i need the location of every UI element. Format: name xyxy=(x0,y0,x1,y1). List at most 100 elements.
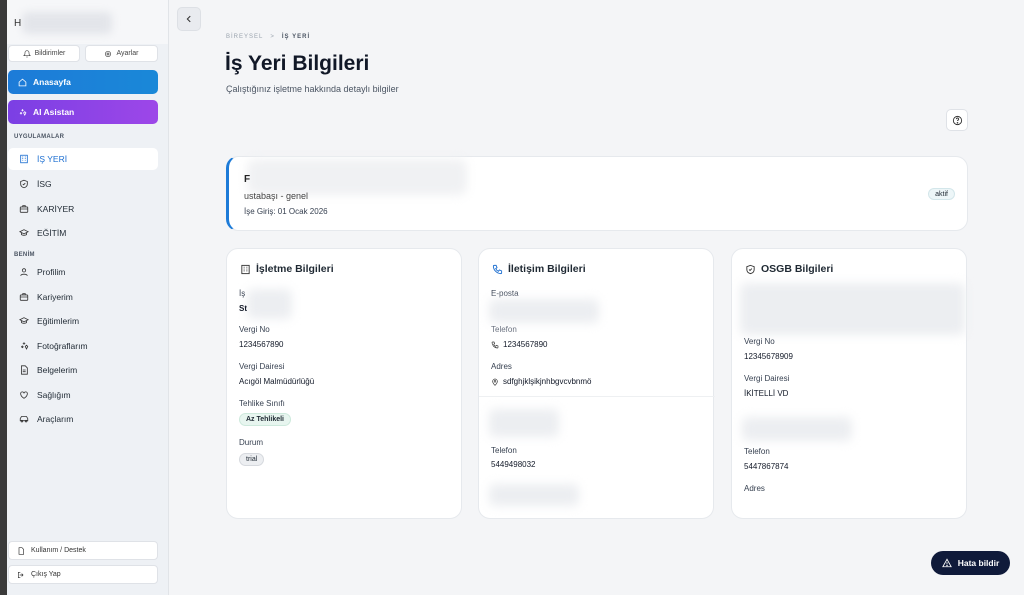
heart-icon xyxy=(20,391,28,399)
sidebar-item-label: İSG xyxy=(37,179,52,189)
sidebar-item-fotograflarim[interactable]: Fotoğraflarım xyxy=(8,335,158,357)
tax-office-label: Vergi Dairesi xyxy=(239,362,285,371)
sidebar-item-label: İŞ YERİ xyxy=(37,154,68,164)
apps-section-label: UYGULAMALAR xyxy=(14,134,65,140)
sidebar-header: H xyxy=(7,0,168,44)
business-status-badge: trial xyxy=(239,453,265,466)
phone2-label: Telefon xyxy=(491,446,517,455)
employee-position: ustabaşı - genel xyxy=(244,191,309,201)
osgb-card-title: OSGB Bilgileri xyxy=(745,263,833,275)
osgb-tax-office-value: İKİTELLİ VD xyxy=(744,389,789,398)
phone-icon xyxy=(492,264,503,274)
home-icon xyxy=(18,78,27,86)
sidebar-item-kariyerim[interactable]: Kariyerim xyxy=(8,286,158,308)
osgb-tax-no-label: Vergi No xyxy=(744,337,775,346)
sidebar-item-is-yeri[interactable]: İŞ YERİ xyxy=(8,148,158,170)
email-redacted xyxy=(489,299,599,323)
briefcase-icon xyxy=(19,205,29,213)
breadcrumb: BİREYSEL > İŞ YERİ xyxy=(226,34,310,40)
graduation-cap-icon xyxy=(19,229,29,236)
address-value: sdfghjklşikjnhbgvcvbnmö xyxy=(491,377,592,386)
settings-button[interactable]: Ayarlar xyxy=(85,45,158,62)
shield-icon xyxy=(746,264,755,274)
sidebar-item-isg[interactable]: İSG xyxy=(8,173,158,195)
user-icon xyxy=(20,268,28,276)
breadcrumb-separator: > xyxy=(270,34,275,40)
window-edge xyxy=(0,0,7,595)
sidebar-item-kariyer[interactable]: KARİYER xyxy=(8,198,158,220)
contact-card-title-text: İletişim Bilgileri xyxy=(508,263,586,275)
warning-icon xyxy=(941,558,952,568)
sidebar-item-label: Araçlarım xyxy=(37,414,74,424)
notifications-label: Bildirimler xyxy=(34,50,66,57)
sidebar-item-belgelerim[interactable]: Belgelerim xyxy=(8,359,158,381)
map-pin-icon xyxy=(492,378,498,386)
address-text: sdfghjklşikjnhbgvcvbnmö xyxy=(503,377,592,386)
osgb-phone-value: 5447867874 xyxy=(744,462,789,471)
hazard-class-label: Tehlike Sınıfı xyxy=(239,399,285,408)
sparkles-icon xyxy=(19,108,27,116)
help-button[interactable] xyxy=(946,109,968,131)
tax-no-label: Vergi No xyxy=(239,325,270,334)
tax-no-value: 1234567890 xyxy=(239,340,284,349)
business-name-label: İş xyxy=(239,289,246,298)
sidebar-item-sagligim[interactable]: Sağlığım xyxy=(8,384,158,406)
contact-info-card: İletişim Bilgileri E-posta Telefon 12345… xyxy=(478,248,715,519)
business-name-redacted xyxy=(247,289,292,319)
notifications-button[interactable]: Bildirimler xyxy=(8,45,80,62)
status-badge: aktif xyxy=(928,188,955,200)
help-circle-icon xyxy=(952,115,962,125)
hazard-class-badge: Az Tehlikeli xyxy=(239,413,291,426)
logout-icon xyxy=(18,571,24,578)
phone-icon xyxy=(491,341,499,348)
phone2-value: 5449498032 xyxy=(491,460,536,469)
logout-button[interactable]: Çıkış Yap xyxy=(8,565,158,584)
divider xyxy=(479,396,715,397)
osgb-card-title-text: OSGB Bilgileri xyxy=(761,263,834,275)
breadcrumb-parent[interactable]: BİREYSEL xyxy=(226,34,263,40)
gear-icon xyxy=(105,50,112,57)
graduation-cap-icon xyxy=(19,317,29,324)
business-name-value: St xyxy=(239,304,247,313)
employee-initial: F xyxy=(244,174,251,185)
business-card-title-text: İşletme Bilgileri xyxy=(256,263,334,275)
sidebar-item-araclarim[interactable]: Araçlarım xyxy=(8,408,158,430)
document-icon xyxy=(21,365,28,375)
employee-start-date: İşe Giriş: 01 Ocak 2026 xyxy=(244,207,328,216)
nav-home-label: Anasayfa xyxy=(33,77,71,87)
osgb-info-card: OSGB Bilgileri Vergi No 12345678909 Verg… xyxy=(731,248,967,519)
contact-person-redacted xyxy=(489,409,559,437)
nav-ai-assistant[interactable]: AI Asistan xyxy=(8,100,158,124)
user-initial: H xyxy=(14,18,22,29)
sidebar-item-egitim[interactable]: EĞİTİM xyxy=(8,222,158,244)
email-label: E-posta xyxy=(491,289,519,298)
chevron-left-icon xyxy=(186,15,191,23)
tax-office-value: Acıgöl Malmüdürlüğü xyxy=(239,377,315,386)
sidebar-item-egitimlerim[interactable]: Eğitimlerim xyxy=(8,310,158,332)
nav-home[interactable]: Anasayfa xyxy=(8,70,158,94)
contact-card-title: İletişim Bilgileri xyxy=(492,263,586,275)
phone-text: 1234567890 xyxy=(503,340,548,349)
osgb-name-redacted xyxy=(740,283,965,335)
shield-icon xyxy=(20,179,28,189)
support-label: Kullanım / Destek xyxy=(31,547,86,554)
sidebar-item-label: Fotoğraflarım xyxy=(37,341,88,351)
breadcrumb-current: İŞ YERİ xyxy=(281,34,311,40)
sidebar-item-label: Belgelerim xyxy=(37,365,78,375)
collapse-sidebar-button[interactable] xyxy=(177,7,201,31)
building-icon xyxy=(20,154,28,164)
car-icon xyxy=(19,416,29,423)
sidebar-item-profilim[interactable]: Profilim xyxy=(8,261,158,283)
report-bug-label: Hata bildir xyxy=(957,558,1000,568)
business-info-card: İşletme Bilgileri İş St Vergi No 1234567… xyxy=(226,248,462,519)
employee-card: F ustabaşı - genel İşe Giriş: 01 Ocak 20… xyxy=(226,156,968,231)
briefcase-icon xyxy=(19,293,29,301)
osgb-phone-label: Telefon xyxy=(744,447,770,456)
business-card-title: İşletme Bilgileri xyxy=(240,263,334,275)
bell-icon xyxy=(22,49,31,57)
email2-redacted xyxy=(489,484,579,506)
business-status-label: Durum xyxy=(239,438,264,447)
support-button[interactable]: Kullanım / Destek xyxy=(8,541,158,560)
report-bug-button[interactable]: Hata bildir xyxy=(931,551,1010,575)
nav-ai-label: AI Asistan xyxy=(33,107,75,117)
